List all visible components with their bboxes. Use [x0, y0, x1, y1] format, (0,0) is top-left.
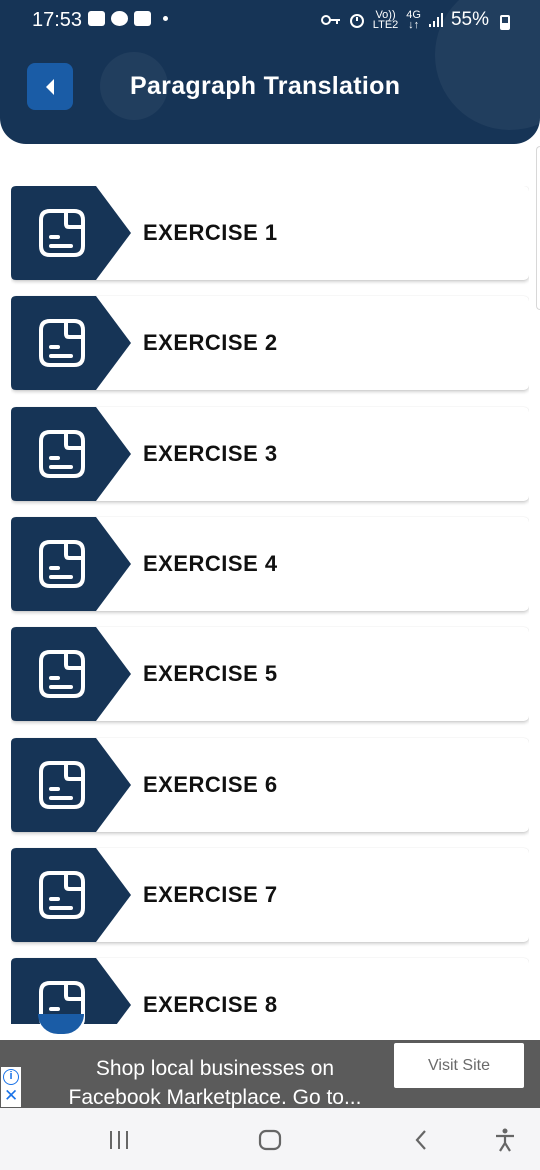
- exercise-item[interactable]: EXERCISE 7: [11, 847, 529, 942]
- exercise-label: EXERCISE 3: [143, 440, 278, 466]
- document-icon: [39, 209, 85, 257]
- document-icon: [39, 429, 85, 478]
- battery-percent: 55%: [450, 9, 489, 30]
- voicemail-icon: [88, 11, 105, 26]
- exercise-label: EXERCISE 5: [143, 661, 278, 687]
- app-header: 17:53 Vo)) LTE2 4G ↓↑ 55% Paragraph Tran…: [0, 0, 540, 144]
- close-icon[interactable]: ✕: [4, 1086, 18, 1106]
- floating-button-partial[interactable]: [38, 1014, 84, 1034]
- system-icons: Vo)) LTE2 4G ↓↑ 55%: [320, 9, 510, 31]
- recents-icon: [110, 1131, 128, 1149]
- nav-back-button[interactable]: [406, 1125, 436, 1155]
- data-indicator: 4G ↓↑: [406, 10, 421, 31]
- volte-indicator: Vo)) LTE2: [372, 10, 399, 31]
- home-icon: [258, 1129, 282, 1151]
- exercise-label: EXERCISE 1: [143, 220, 278, 245]
- page-title: Paragraph Translation: [130, 72, 401, 100]
- chevron-left-icon: [46, 78, 54, 95]
- home-button[interactable]: [255, 1125, 285, 1155]
- exercise-label: EXERCISE 4: [143, 550, 278, 576]
- key-icon: [320, 15, 340, 25]
- exercise-list: EXERCISE 1 EXERCISE 2 EXERCISE 3 EXERCISE 4…: [11, 186, 529, 1024]
- ad-choices[interactable]: i ✕: [1, 1067, 21, 1107]
- back-icon: [415, 1130, 426, 1150]
- accessibility-icon: [496, 1128, 514, 1152]
- visit-site-button[interactable]: Visit Site: [394, 1043, 524, 1088]
- exercise-item[interactable]: EXERCISE 8: [11, 958, 529, 1024]
- battery-icon: [500, 14, 510, 30]
- data-arrows: ↓↑: [408, 19, 420, 31]
- exercise-item[interactable]: EXERCISE 3: [11, 406, 529, 501]
- notification-icons: [88, 11, 168, 26]
- alarm-icon: [349, 14, 364, 28]
- exercise-item[interactable]: EXERCISE 5: [11, 627, 529, 722]
- document-icon: [39, 760, 85, 809]
- status-time: 17:53: [32, 9, 83, 31]
- exercise-label: EXERCISE 6: [143, 771, 278, 797]
- document-icon: [39, 650, 85, 699]
- exercise-label: EXERCISE 7: [143, 881, 278, 907]
- back-button[interactable]: [27, 63, 73, 110]
- exercise-item[interactable]: EXERCISE 1: [11, 186, 529, 280]
- exercise-item[interactable]: EXERCISE 6: [11, 737, 529, 832]
- document-icon: [39, 539, 85, 588]
- document-icon: [39, 870, 85, 919]
- signal-icon: [428, 13, 443, 27]
- aperture-icon: [111, 11, 128, 26]
- volte-bottom: LTE2: [372, 19, 399, 31]
- info-icon[interactable]: i: [3, 1069, 19, 1085]
- document-icon: [39, 319, 85, 368]
- ad-banner[interactable]: Shop local businesses on Facebook Market…: [0, 1040, 540, 1108]
- exercise-label: EXERCISE 2: [143, 330, 278, 356]
- system-nav-bar: [0, 1108, 540, 1170]
- more-notifications-icon: [163, 16, 168, 21]
- accessibility-button[interactable]: [490, 1125, 520, 1155]
- scroll-indicator: [536, 146, 540, 310]
- recents-button[interactable]: [104, 1125, 134, 1155]
- ad-text[interactable]: Shop local businesses on Facebook Market…: [50, 1054, 380, 1108]
- exercise-item[interactable]: EXERCISE 4: [11, 516, 529, 611]
- exercise-label: EXERCISE 8: [143, 992, 278, 1018]
- status-bar: 17:53 Vo)) LTE2 4G ↓↑ 55%: [0, 0, 540, 40]
- screen: 17:53 Vo)) LTE2 4G ↓↑ 55% Paragraph Tran…: [0, 0, 540, 1170]
- youtube-icon: [134, 11, 151, 26]
- exercise-item[interactable]: EXERCISE 2: [11, 296, 529, 391]
